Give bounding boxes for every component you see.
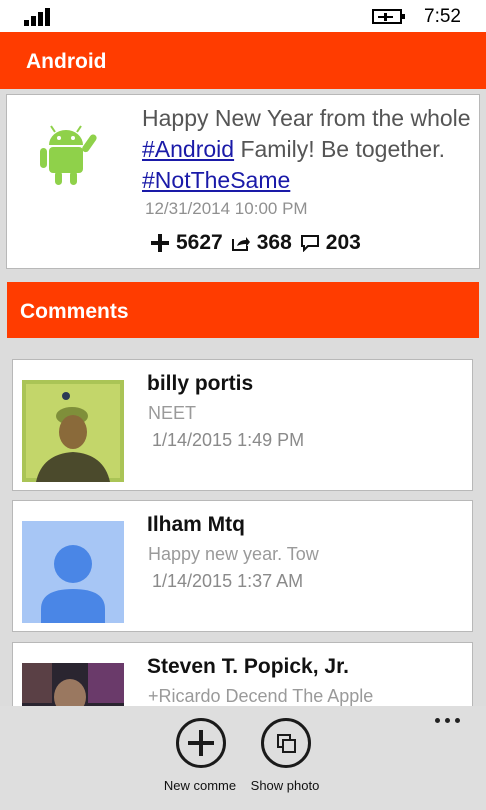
avatar[interactable] [22, 521, 124, 623]
share-icon [231, 237, 250, 251]
comment-text: +Ricardo Decend The Apple [148, 686, 374, 706]
comment-text: NEET [148, 403, 197, 423]
comment-bubble-icon [300, 235, 319, 252]
comment-timestamp: 1/14/2015 1:49 PM [152, 430, 305, 450]
post-card[interactable]: Happy New Year from the whole #Android F… [6, 94, 480, 269]
comment-text: Happy new year. Tow [148, 544, 319, 564]
hashtag-link-android[interactable]: #Android [142, 136, 234, 162]
application-bar: New comme Show photo [0, 706, 486, 810]
more-options-icon[interactable] [435, 716, 463, 726]
post-text-part: Family! Be together. [234, 136, 446, 162]
photo-icon [261, 718, 311, 768]
plus-one-icon [151, 234, 169, 252]
comment-item[interactable]: Ilham Mtq Happy new year. Tow 1/14/2015 … [12, 500, 473, 632]
comments-title: Comments [20, 300, 129, 323]
new-comment-label: New comme [163, 778, 237, 793]
new-comment-button[interactable]: New comme [158, 718, 242, 802]
hashtag-link-nothesame[interactable]: #NotTheSame [142, 167, 290, 193]
signal-strength-icon [24, 8, 56, 26]
post-text-part: Happy New Year from the whole [142, 105, 471, 131]
post-timestamp: 12/31/2014 10:00 PM [145, 199, 308, 218]
comment-author: Ilham Mtq [147, 513, 245, 536]
share-count: 368 [256, 231, 292, 254]
comments-section-header: Comments [7, 282, 479, 338]
comment-author: billy portis [147, 372, 254, 395]
comment-timestamp: 1/14/2015 1:37 AM [152, 571, 304, 591]
app-header: Android [0, 32, 486, 89]
status-bar: 7:52 [0, 0, 486, 32]
page-title: Android [26, 50, 107, 73]
add-icon [176, 718, 226, 768]
show-photo-button[interactable]: Show photo [243, 718, 327, 802]
user-photo-icon [22, 380, 124, 482]
copy-glyph [277, 734, 296, 753]
clock: 7:52 [424, 6, 461, 27]
add-glyph [188, 730, 214, 756]
show-photo-label: Show photo [250, 778, 320, 793]
battery-charging-icon [372, 9, 405, 24]
android-logo-icon [40, 125, 97, 185]
plus-count: 5627 [176, 231, 223, 254]
post-text: Happy New Year from the whole #Android F… [142, 103, 472, 196]
default-user-avatar-icon [22, 521, 124, 623]
avatar[interactable] [22, 380, 124, 482]
comment-item[interactable]: billy portis NEET 1/14/2015 1:49 PM [12, 359, 473, 491]
comment-count: 203 [325, 231, 361, 254]
comment-author: Steven T. Popick, Jr. [147, 655, 349, 678]
post-stats: 5627 368 203 [150, 229, 369, 257]
